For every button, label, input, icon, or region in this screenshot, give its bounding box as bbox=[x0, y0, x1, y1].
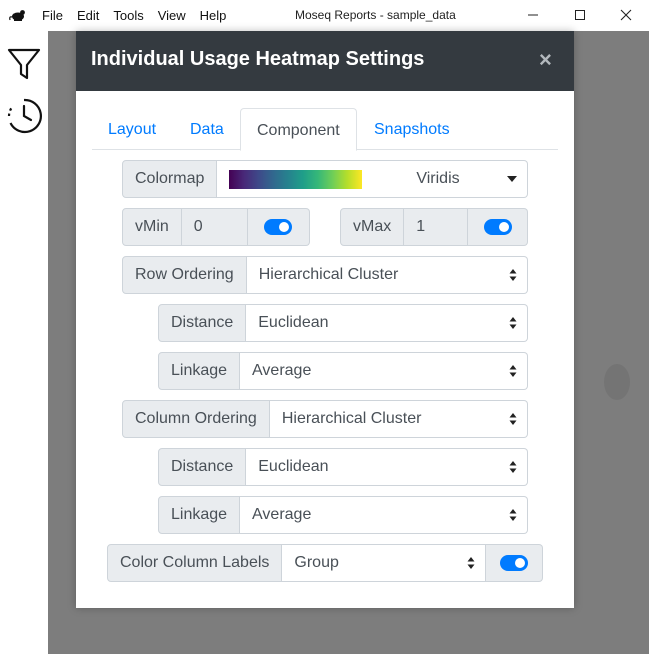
menu-file[interactable]: File bbox=[42, 8, 63, 23]
vmax-input[interactable]: 1 bbox=[404, 208, 469, 246]
filter-icon[interactable] bbox=[5, 45, 43, 83]
menu-view[interactable]: View bbox=[158, 8, 186, 23]
minimize-icon bbox=[528, 14, 538, 16]
row-linkage-value: Average bbox=[252, 362, 312, 379]
select-sort-icon bbox=[509, 269, 517, 281]
color-column-labels-label: Color Column Labels bbox=[107, 544, 283, 582]
close-window-icon bbox=[620, 9, 632, 21]
settings-modal: Individual Usage Heatmap Settings × Layo… bbox=[76, 31, 574, 608]
close-window-button[interactable] bbox=[614, 4, 638, 26]
colormap-group: Colormap Viridis bbox=[122, 160, 528, 198]
tab-snapshots[interactable]: Snapshots bbox=[374, 108, 450, 150]
row-linkage-label: Linkage bbox=[158, 352, 241, 390]
select-sort-icon bbox=[509, 461, 517, 473]
colormap-select[interactable]: Viridis bbox=[217, 160, 528, 198]
column-distance-label: Distance bbox=[158, 448, 247, 486]
row-ordering-group: Row Ordering Hierarchical Cluster bbox=[122, 256, 528, 294]
row-distance-group: Distance Euclidean bbox=[158, 304, 528, 342]
title-bar: File Edit Tools View Help Moseq Reports … bbox=[0, 0, 649, 31]
column-distance-value: Euclidean bbox=[258, 458, 329, 475]
column-distance-select[interactable]: Euclidean bbox=[246, 448, 528, 486]
tab-bar: Layout Data Component Snapshots bbox=[92, 108, 558, 151]
menu-bar: File Edit Tools View Help bbox=[42, 0, 240, 31]
maximize-button[interactable] bbox=[568, 4, 592, 26]
colormap-value: Viridis bbox=[416, 170, 460, 187]
app-mouse-icon bbox=[9, 10, 25, 21]
colormap-label: Colormap bbox=[122, 160, 218, 198]
select-sort-icon bbox=[509, 317, 517, 329]
window-title: Moseq Reports - sample_data bbox=[295, 8, 456, 22]
vmax-toggle-container bbox=[468, 208, 528, 246]
row-linkage-select[interactable]: Average bbox=[240, 352, 528, 390]
history-clock-icon[interactable] bbox=[5, 97, 43, 135]
row-ordering-select[interactable]: Hierarchical Cluster bbox=[246, 256, 528, 294]
maximize-icon bbox=[575, 10, 585, 20]
menu-tools[interactable]: Tools bbox=[113, 8, 143, 23]
menu-edit[interactable]: Edit bbox=[77, 8, 99, 23]
column-distance-group: Distance Euclidean bbox=[158, 448, 528, 486]
select-sort-icon bbox=[509, 365, 517, 377]
modal-title: Individual Usage Heatmap Settings bbox=[91, 48, 425, 70]
toggle-knob bbox=[515, 558, 526, 568]
color-column-labels-value: Group bbox=[294, 554, 339, 571]
row-distance-select[interactable]: Euclidean bbox=[246, 304, 528, 342]
color-column-labels-group: Color Column Labels Group bbox=[107, 544, 543, 582]
color-column-labels-toggle-container bbox=[486, 544, 543, 582]
row-ordering-label: Row Ordering bbox=[122, 256, 247, 294]
column-linkage-value: Average bbox=[252, 506, 312, 523]
modal-header: Individual Usage Heatmap Settings × bbox=[76, 31, 574, 91]
column-linkage-select[interactable]: Average bbox=[240, 496, 528, 534]
row-distance-value: Euclidean bbox=[258, 314, 329, 331]
row-ordering-value: Hierarchical Cluster bbox=[258, 266, 399, 283]
background-shape bbox=[604, 364, 630, 400]
column-linkage-label: Linkage bbox=[158, 496, 241, 534]
tab-layout[interactable]: Layout bbox=[108, 108, 156, 150]
select-sort-icon bbox=[509, 413, 517, 425]
toggle-knob bbox=[279, 222, 290, 232]
column-ordering-select[interactable]: Hierarchical Cluster bbox=[269, 400, 528, 438]
row-distance-label: Distance bbox=[158, 304, 247, 342]
select-sort-icon bbox=[467, 557, 475, 569]
vmax-label: vMax bbox=[340, 208, 405, 246]
vmin-group: vMin 0 bbox=[122, 208, 310, 246]
column-ordering-group: Column Ordering Hierarchical Cluster bbox=[122, 400, 528, 438]
vmin-toggle-container bbox=[247, 208, 310, 246]
vmax-toggle[interactable] bbox=[483, 219, 512, 235]
color-column-labels-toggle[interactable] bbox=[500, 555, 529, 571]
select-sort-icon bbox=[509, 509, 517, 521]
colormap-gradient bbox=[229, 169, 363, 189]
vmin-input[interactable]: 0 bbox=[181, 208, 248, 246]
vmin-toggle[interactable] bbox=[264, 219, 293, 235]
column-ordering-label: Column Ordering bbox=[122, 400, 270, 438]
color-column-labels-select[interactable]: Group bbox=[282, 544, 487, 582]
vmin-label: vMin bbox=[122, 208, 182, 246]
vmax-group: vMax 1 bbox=[340, 208, 528, 246]
toggle-knob bbox=[498, 222, 509, 232]
caret-down-icon bbox=[507, 176, 517, 182]
modal-close-button[interactable]: × bbox=[539, 47, 552, 73]
minimize-button[interactable] bbox=[521, 4, 545, 26]
menu-help[interactable]: Help bbox=[200, 8, 227, 23]
row-linkage-group: Linkage Average bbox=[158, 352, 528, 390]
column-linkage-group: Linkage Average bbox=[158, 496, 528, 534]
tab-data[interactable]: Data bbox=[190, 108, 224, 150]
tab-component[interactable]: Component bbox=[240, 108, 357, 151]
column-ordering-value: Hierarchical Cluster bbox=[281, 410, 422, 427]
sidebar bbox=[0, 31, 48, 654]
